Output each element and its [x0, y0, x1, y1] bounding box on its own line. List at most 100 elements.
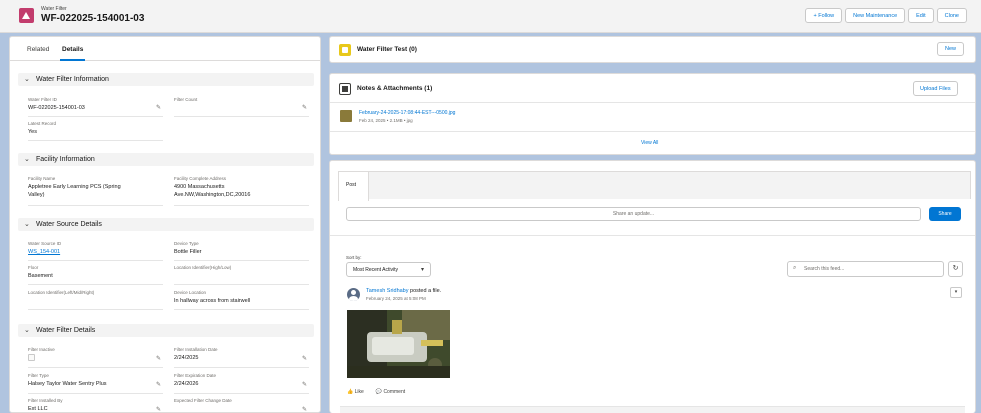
section-water-filter-details[interactable]: ⌄ Water Filter Details: [18, 324, 314, 337]
field-value: [28, 354, 163, 364]
section-title: Facility Information: [36, 156, 95, 163]
search-feed-input[interactable]: ⌕ Search this feed...: [787, 261, 944, 277]
section-facility-information[interactable]: ⌄ Facility Information: [18, 153, 314, 166]
field-label: Latest Record: [28, 121, 57, 126]
field-label: Water Source ID: [28, 241, 62, 246]
field-filter-type: Filter Type Halsey Taylor Water Sentry P…: [28, 373, 163, 394]
field-label: Filter Expiration Date: [174, 373, 217, 378]
field-value: Ext LLC: [28, 406, 48, 412]
tab-related[interactable]: Related: [27, 46, 49, 53]
field-value-line-2: Ave.NW,Washington,DC,20016: [174, 192, 251, 198]
post-image[interactable]: [347, 310, 450, 378]
field-divider: [28, 116, 163, 117]
share-update-input[interactable]: Share an update...: [346, 207, 921, 221]
detail-tabs: Related Details: [10, 37, 320, 61]
field-latest-record: Latest Record Yes: [28, 121, 163, 141]
edit-button[interactable]: Edit: [908, 8, 934, 23]
avatar[interactable]: [347, 288, 360, 301]
field-value-line-2: Valley): [28, 192, 45, 198]
chevron-down-icon: ⌄: [24, 156, 30, 163]
clone-button[interactable]: Clone: [936, 8, 967, 23]
field-divider: [174, 393, 309, 394]
sort-by-label: Sort by:: [346, 255, 362, 260]
post-timestamp[interactable]: February 24, 2025 at 5:08 PM: [366, 296, 426, 301]
field-water-source-id: Water Source ID WS_154-001: [28, 241, 163, 261]
field-divider: [174, 367, 309, 368]
details-panel: Related Details ⌄ Water Filter Informati…: [9, 36, 321, 413]
field-divider: [28, 309, 163, 310]
field-label: Location Identifier(High/Low): [174, 265, 232, 270]
search-icon: ⌕: [793, 265, 797, 271]
pencil-edit-icon[interactable]: ✎: [302, 104, 307, 111]
field-label: Filter Count: [174, 97, 198, 102]
share-button[interactable]: Share: [929, 207, 961, 221]
field-divider: [28, 140, 163, 141]
water-filter-test-icon: [339, 44, 351, 56]
chatter-feed-card: Post Share an update... Share Sort by: M…: [329, 160, 976, 413]
field-device-type: Device Type Bottle Filler: [174, 241, 309, 261]
field-expected-filter-change-date: Expected Filter Change Date ✎: [174, 398, 309, 412]
chevron-down-icon: ▾: [420, 267, 424, 273]
attachment-file-link[interactable]: February-24-2025-17:08:44-EST---0500.jpg: [359, 110, 455, 116]
filter-inactive-checkbox: [28, 354, 35, 361]
field-location-identifier-high-low: Location Identifier(High/Low): [174, 265, 309, 285]
post-actions: 👍 Like 💬 Comment: [347, 389, 405, 395]
view-all-link[interactable]: View All: [641, 140, 658, 146]
pencil-edit-icon[interactable]: ✎: [156, 381, 161, 388]
field-divider: [174, 205, 309, 206]
chevron-down-icon: ⌄: [24, 76, 30, 83]
pencil-edit-icon[interactable]: ✎: [302, 381, 307, 388]
attachment-file-meta: Feb 24, 2025 • 2.1MB • jpg: [359, 118, 413, 123]
field-water-filter-id: Water Filter ID WF-022025-154001-03 ✎: [28, 97, 163, 117]
upload-files-button[interactable]: Upload Files: [913, 81, 958, 96]
tab-details[interactable]: Details: [59, 46, 86, 61]
field-label: Filter Installed By: [28, 398, 63, 403]
image-thumbnail-icon[interactable]: [340, 110, 352, 122]
field-divider: [28, 205, 163, 206]
post-menu-icon[interactable]: ▾: [950, 287, 962, 298]
comment-label: Comment: [383, 389, 406, 395]
section-title: Water Source Details: [36, 221, 102, 228]
pencil-edit-icon[interactable]: ✎: [156, 355, 161, 362]
search-feed-placeholder: Search this feed...: [804, 266, 845, 272]
field-value: In hallway across from stairwell: [174, 298, 251, 304]
new-test-button[interactable]: New: [937, 42, 965, 56]
notes-icon-glyph: [342, 86, 348, 92]
field-filter-installation-date: Filter Installation Date 2/24/2025 ✎: [174, 347, 309, 368]
water-source-link[interactable]: WS_154-001: [28, 248, 163, 256]
tab-post[interactable]: Post: [338, 171, 369, 201]
post-action-text: posted a file.: [408, 288, 442, 294]
field-filter-installed-by: Filter Installed By Ext LLC ✎: [28, 398, 163, 412]
field-label: Expected Filter Change Date: [174, 398, 232, 403]
section-title: Water Filter Information: [36, 76, 109, 83]
section-water-source-details[interactable]: ⌄ Water Source Details: [18, 218, 314, 231]
field-divider: [28, 284, 163, 285]
card-divider: [330, 102, 975, 103]
pencil-edit-icon[interactable]: ✎: [156, 104, 161, 111]
post-header: Tamesh Sridhaby posted a file.: [366, 288, 441, 294]
field-location-identifier-left-mid-right: Location Identifier(Left/Mid/Right): [28, 290, 163, 310]
section-water-filter-information[interactable]: ⌄ Water Filter Information: [18, 73, 314, 86]
post-author-link[interactable]: Tamesh Sridhaby: [366, 288, 409, 294]
field-divider: [28, 393, 163, 394]
notes-attachments-title[interactable]: Notes & Attachments (1): [357, 85, 432, 92]
like-button[interactable]: 👍 Like: [347, 389, 364, 395]
pencil-edit-icon[interactable]: ✎: [156, 406, 161, 412]
field-divider: [174, 260, 309, 261]
water-filter-test-title[interactable]: Water Filter Test (0): [357, 46, 417, 53]
field-label: Device Type: [174, 241, 199, 246]
field-label: Floor: [28, 265, 39, 270]
section-title: Water Filter Details: [36, 327, 96, 334]
field-value: Bottle Filler: [174, 249, 202, 255]
follow-button[interactable]: + Follow: [805, 8, 843, 23]
comment-button[interactable]: 💬 Comment: [376, 389, 405, 395]
water-filter-object-icon: [19, 8, 34, 23]
pencil-edit-icon[interactable]: ✎: [302, 406, 307, 412]
sort-by-dropdown[interactable]: Most Recent Activity ▾: [346, 262, 431, 277]
pencil-edit-icon[interactable]: ✎: [302, 355, 307, 362]
new-maintenance-button[interactable]: New Maintenance: [845, 8, 906, 23]
header-actions: + Follow New Maintenance Edit Clone: [805, 8, 967, 23]
post-image-graphic: [347, 310, 450, 378]
refresh-icon[interactable]: ↻: [948, 261, 963, 277]
chevron-down-icon: ⌄: [24, 327, 30, 334]
